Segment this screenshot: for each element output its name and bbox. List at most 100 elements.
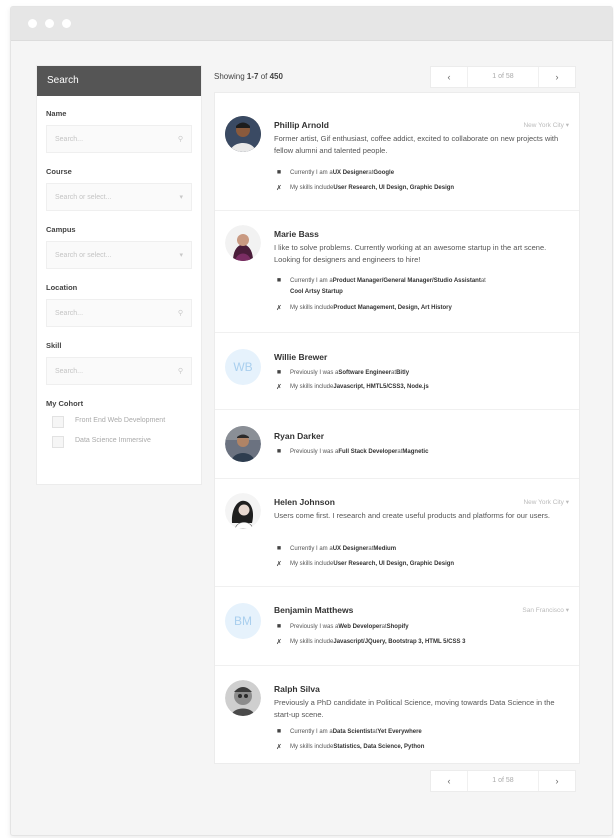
work-role: Full Stack Developer <box>338 448 398 455</box>
person-name[interactable]: Ryan Darker <box>274 431 324 441</box>
person-name[interactable]: Willie Brewer <box>274 352 327 362</box>
work-company: Yet Everywhere <box>377 728 422 735</box>
list-item[interactable]: Ryan Darker ■ Previously I was a Full Sta… <box>215 410 579 479</box>
skills-prefix: My skills include <box>290 561 334 567</box>
cohort-checkbox[interactable] <box>52 436 64 448</box>
person-name[interactable]: Marie Bass <box>274 229 319 239</box>
search-sidebar: Search Name Search... ⚲ Course Search or… <box>36 65 202 485</box>
briefcase-icon: ■ <box>276 448 282 455</box>
skills-line: ✗ My skills include User Research, UI Des… <box>274 184 454 192</box>
person-location-text: New York City <box>523 122 564 129</box>
name-input[interactable]: Search... ⚲ <box>46 125 192 153</box>
briefcase-icon: ■ <box>276 369 282 376</box>
avatar <box>225 680 261 716</box>
list-item[interactable]: Helen Johnson New York City ▾ Users come… <box>215 479 579 587</box>
person-name[interactable]: Benjamin Matthews <box>274 605 353 615</box>
skill-input[interactable]: Search... ⚲ <box>46 357 192 385</box>
work-company: Medium <box>373 545 397 552</box>
results-count-mid: of <box>258 72 270 81</box>
work-role: Software Engineer <box>338 369 392 376</box>
work-prefix: Currently I am a <box>290 169 333 176</box>
search-icon: ⚲ <box>177 310 183 317</box>
course-select[interactable]: Search or select... ▾ <box>46 183 192 211</box>
skills-list: Javascript/JQuery, Bootstrap 3, HTML 5/C… <box>333 639 466 645</box>
work-mid: at <box>480 277 486 284</box>
cohort-option[interactable]: Data Science Immersive <box>52 435 192 448</box>
person-location-text: San Francisco <box>522 607 564 614</box>
skill-input-placeholder: Search... <box>55 368 84 375</box>
window-close-dot[interactable] <box>28 19 37 28</box>
course-select-placeholder: Search or select... <box>55 194 112 201</box>
results-count-range: 1-7 <box>246 72 259 81</box>
person-name[interactable]: Helen Johnson <box>274 497 335 507</box>
skills-prefix: My skills include <box>290 639 334 645</box>
skills-list: User Research, UI Design, Graphic Design <box>333 185 455 191</box>
work-role: Product Manager/General Manager/Studio A… <box>332 277 481 284</box>
next-page-button[interactable]: › <box>539 72 575 82</box>
list-item[interactable]: Phillip Arnold New York City ▾ Former ar… <box>215 93 579 211</box>
skills-icon: ✗ <box>276 185 282 192</box>
campus-select-placeholder: Search or select... <box>55 252 112 259</box>
results-count-prefix: Showing <box>214 72 247 81</box>
avatar-initials: WB <box>225 349 261 385</box>
skills-icon: ✗ <box>276 744 282 751</box>
window-maximize-dot[interactable] <box>62 19 71 28</box>
results-list: Phillip Arnold New York City ▾ Former ar… <box>214 92 580 764</box>
prev-page-button[interactable]: ‹ <box>431 776 467 786</box>
next-page-button[interactable]: › <box>539 776 575 786</box>
avatar <box>225 426 261 462</box>
window-minimize-dot[interactable] <box>45 19 54 28</box>
search-icon: ⚲ <box>177 368 183 375</box>
sidebar-title: Search <box>37 66 201 96</box>
work-role: Data Scientist <box>332 728 373 735</box>
work-line: ■ Currently I am a Data Scientist at Yet … <box>274 728 422 735</box>
list-item[interactable]: Marie Bass I like to solve problems. Cur… <box>215 211 579 333</box>
cohort-checkbox[interactable] <box>52 416 64 428</box>
prev-page-button[interactable]: ‹ <box>431 72 467 82</box>
person-location-text: New York City <box>523 499 564 506</box>
campus-select[interactable]: Search or select... ▾ <box>46 241 192 269</box>
cohort-option-label: Data Science Immersive <box>75 437 151 444</box>
work-company: Shopify <box>386 623 409 630</box>
list-item[interactable]: BM Benjamin Matthews San Francisco ▾ ■ Pr… <box>215 587 579 666</box>
chevron-down-icon: ▾ <box>179 252 183 259</box>
work-prefix: Previously I was a <box>290 369 339 376</box>
avatar-initials: BM <box>225 603 261 639</box>
campus-label: Campus <box>46 225 76 234</box>
location-input[interactable]: Search... ⚲ <box>46 299 192 327</box>
skills-prefix: My skills include <box>290 744 334 750</box>
skills-icon: ✗ <box>276 561 282 568</box>
work-company: Google <box>373 169 395 176</box>
briefcase-icon: ■ <box>276 728 282 735</box>
skills-prefix: My skills include <box>290 305 334 311</box>
skills-prefix: My skills include <box>290 384 334 390</box>
skills-line: ✗ My skills include Product Management, D… <box>274 304 452 312</box>
chevron-down-icon: ▾ <box>179 194 183 201</box>
skills-list: User Research, UI Design, Graphic Design <box>333 561 455 567</box>
work-company-line: Cool Artsy Startup <box>290 289 343 295</box>
title-bar <box>11 7 612 41</box>
location-input-placeholder: Search... <box>55 310 84 317</box>
location-pin-icon: ▾ <box>565 499 569 506</box>
page-indicator: 1 of 58 <box>467 67 539 87</box>
list-item[interactable]: WB Willie Brewer ■ Previously I was a Sof… <box>215 333 579 410</box>
person-location: San Francisco ▾ <box>522 606 569 614</box>
person-bio: Users come first. I research and create … <box>274 511 550 520</box>
skills-line: ✗ My skills include Statistics, Data Scie… <box>274 743 424 751</box>
skills-list: Statistics, Data Science, Python <box>333 744 425 750</box>
avatar <box>225 493 261 529</box>
cohort-option[interactable]: Front End Web Development <box>52 415 192 428</box>
work-prefix: Previously I was a <box>290 623 339 630</box>
results-count: Showing 1-7 of 450 <box>214 72 283 81</box>
person-bio: Former artist, Gif enthusiast, coffee ad… <box>274 134 559 155</box>
skills-icon: ✗ <box>276 639 282 646</box>
person-name[interactable]: Phillip Arnold <box>274 120 329 130</box>
list-item[interactable]: Ralph Silva Previously a PhD candidate i… <box>215 666 579 765</box>
person-location: New York City ▾ <box>523 498 569 506</box>
person-name[interactable]: Ralph Silva <box>274 684 320 694</box>
cohort-option-label: Front End Web Development <box>75 417 166 424</box>
skills-line: ✗ My skills include Javascript/JQuery, Bo… <box>274 638 466 646</box>
work-role: UX Designer <box>332 169 369 176</box>
briefcase-icon: ■ <box>276 623 282 630</box>
work-company: Cool Artsy Startup <box>290 289 343 295</box>
